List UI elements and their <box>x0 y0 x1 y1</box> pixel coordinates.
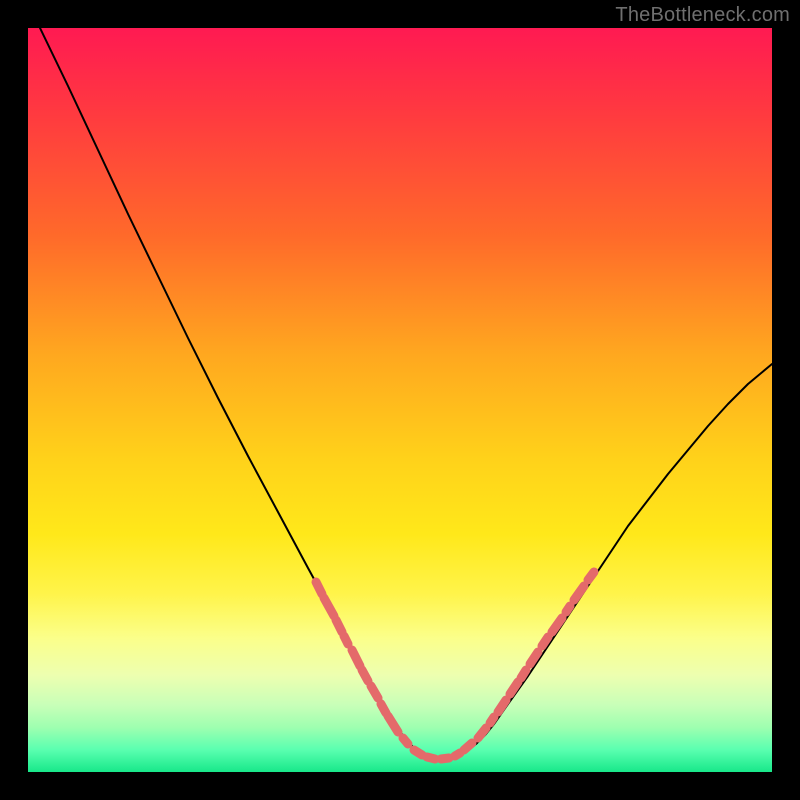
dash-segment <box>336 620 342 632</box>
dash-segment <box>344 636 348 644</box>
watermark-text: TheBottleneck.com <box>615 4 790 27</box>
dash-segment <box>427 757 435 759</box>
dash-segment <box>455 753 460 756</box>
dash-segment <box>403 738 408 744</box>
dash-segment <box>521 670 526 678</box>
bottleneck-curve-plot <box>28 28 772 772</box>
dash-segment <box>371 686 378 698</box>
dash-segment <box>362 670 368 681</box>
curve-group <box>40 28 772 759</box>
dash-segment <box>316 582 322 594</box>
dash-segment <box>574 586 584 600</box>
dash-segment <box>352 650 360 666</box>
bottleneck-curve <box>40 28 772 759</box>
dash-segment <box>381 704 386 713</box>
dash-segment <box>414 750 422 755</box>
dash-segment <box>588 572 594 580</box>
dash-segment <box>464 743 472 750</box>
chart-gradient-frame <box>28 28 772 772</box>
dash-segment <box>478 728 486 738</box>
dash-segment <box>490 717 494 723</box>
dash-segment <box>566 606 570 612</box>
dash-overlay-group <box>316 572 594 759</box>
dash-segment <box>441 758 449 759</box>
dash-segment <box>324 598 334 616</box>
dash-segment <box>388 716 398 732</box>
dash-segment <box>542 637 548 646</box>
dash-segment <box>552 618 562 632</box>
